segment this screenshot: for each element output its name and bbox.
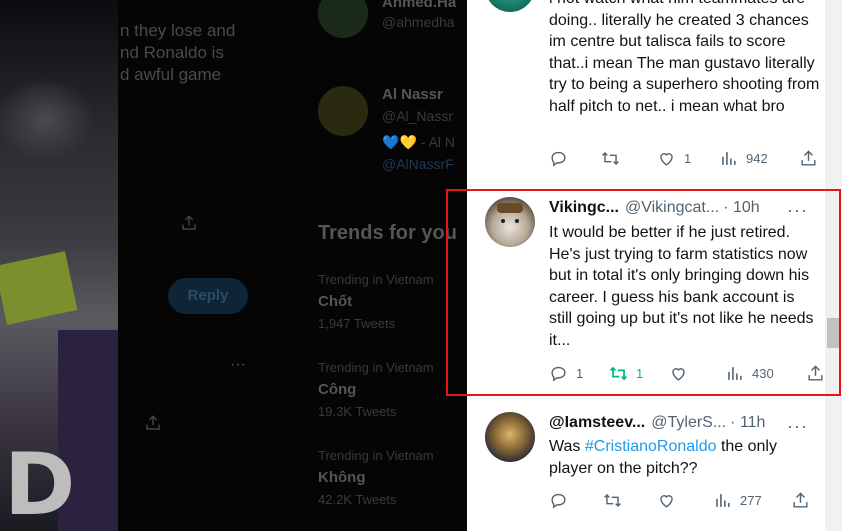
like-count: 1 [684, 151, 692, 166]
trends-heading: Trends for you [318, 222, 457, 244]
avatar[interactable] [485, 197, 535, 247]
share-button[interactable] [799, 149, 818, 168]
trend-item[interactable]: Trending in Vietnam Không 42.2K Tweets [318, 448, 468, 507]
views-count: 942 [746, 151, 768, 166]
share-icon [180, 214, 198, 237]
reply-button[interactable]: 1 [549, 364, 583, 383]
like-button[interactable] [669, 364, 688, 383]
analytics-icon [728, 367, 742, 380]
reply-count: 1 [576, 366, 584, 381]
tweet-text: i not watch what him teammates are doing… [549, 0, 820, 115]
background-photo: D [0, 0, 118, 531]
avatar[interactable] [485, 0, 535, 12]
username[interactable]: @TylerS... [651, 414, 726, 432]
heart-icon [672, 368, 685, 381]
views-button[interactable]: 277 [713, 491, 762, 510]
views-count: 430 [752, 366, 774, 381]
tweet-header: Vikingc... @Vikingcat... · 10h [549, 199, 760, 217]
reply-button[interactable] [549, 491, 568, 510]
scrollbar-thumb[interactable] [827, 318, 840, 348]
analytics-icon [722, 152, 736, 165]
reply-button[interactable] [549, 149, 568, 168]
heart-icon [660, 495, 673, 508]
share-button[interactable] [806, 364, 825, 383]
scrollbar[interactable] [825, 0, 842, 531]
tweet[interactable]: Vikingc... @Vikingcat... · 10h ··· It wo… [467, 187, 825, 397]
background-photo-letter: D [4, 435, 76, 531]
tweet-text: It would be better if he just retired. H… [549, 224, 814, 349]
reply-button[interactable]: Reply [168, 278, 248, 314]
more-options-icon[interactable]: ··· [787, 417, 807, 435]
retweet-icon [602, 151, 619, 166]
more-icon: ··· [230, 356, 246, 373]
like-button[interactable]: 1 [657, 149, 691, 168]
retweet-button[interactable] [603, 491, 622, 510]
reply-icon [551, 493, 566, 509]
reply-icon [551, 151, 566, 167]
display-name[interactable]: Vikingc... [549, 199, 619, 217]
share-icon [808, 365, 823, 381]
avatar [318, 86, 368, 136]
reply-icon [551, 366, 566, 382]
avatar [318, 0, 368, 38]
avatar[interactable] [485, 412, 535, 462]
replies-panel: i not watch what him teammates are doing… [467, 0, 842, 531]
trend-item[interactable]: Trending in Vietnam Công 19.3K Tweets [318, 360, 468, 419]
more-options-icon[interactable]: ··· [787, 201, 807, 219]
retweet-icon [604, 493, 621, 508]
analytics-icon [716, 494, 730, 507]
views-button[interactable]: 430 [725, 364, 774, 383]
username[interactable]: @Vikingcat... [625, 199, 719, 217]
like-button[interactable] [657, 491, 676, 510]
retweet-button[interactable] [601, 149, 620, 168]
tweet[interactable]: i not watch what him teammates are doing… [467, 0, 825, 186]
timestamp[interactable]: · 10h [723, 199, 759, 217]
timestamp[interactable]: · 11h [730, 414, 765, 432]
background-main-column: n they lose and nd Ronaldo is d awful ga… [118, 0, 298, 531]
hashtag-link[interactable]: #CristianoRonaldo [585, 438, 717, 455]
background-sidebar: Ahmed.Ha @ahmedha Al Nassr @Al_Nassr 💙💛 … [298, 0, 468, 531]
share-icon [801, 150, 816, 166]
tweet-header: @Iamsteev... @TylerS... · 11h [549, 414, 765, 432]
views-count: 277 [740, 493, 762, 508]
tweet-actions: 1 942 [549, 149, 819, 171]
views-button[interactable]: 942 [719, 149, 768, 168]
trend-item[interactable]: Trending in Vietnam Chốt 1,947 Tweets [318, 272, 468, 331]
tweet-actions: 277 [549, 491, 819, 513]
retweet-button[interactable]: 1 [609, 364, 643, 383]
share-button[interactable] [791, 491, 810, 510]
retweet-count: 1 [636, 366, 644, 381]
tweet-text: Was #CristianoRonaldo the only player on… [549, 438, 777, 477]
display-name[interactable]: @Iamsteev... [549, 414, 645, 432]
retweet-icon [609, 366, 628, 381]
share-icon [793, 492, 808, 508]
tweet-actions: 1 1 430 [549, 364, 823, 386]
tweet[interactable]: @Iamsteev... @TylerS... · 11h ··· Was #C… [467, 399, 825, 531]
share-icon [144, 414, 162, 437]
heart-icon [660, 153, 673, 166]
